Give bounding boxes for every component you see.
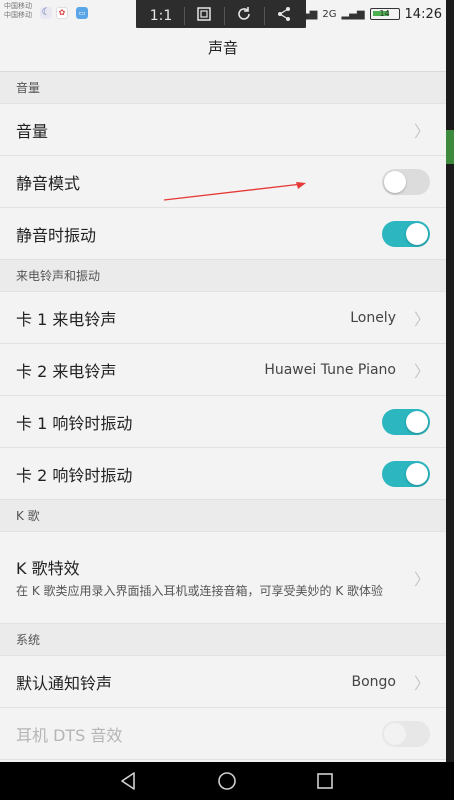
carrier-2: 中国移动	[4, 11, 32, 19]
card2-vibrate-label: 卡 2 响铃时振动	[16, 465, 133, 485]
chevron-right-icon: 〉	[413, 309, 430, 329]
app-notification-icon: ✿	[56, 7, 68, 19]
vibrate-silent-switch[interactable]	[382, 220, 430, 247]
dts-label: 耳机 DTS 音效	[16, 725, 123, 745]
switch-knob	[384, 722, 406, 745]
title-bar: 声音	[0, 28, 446, 72]
signal-2-icon: ▂▄▆	[341, 8, 365, 20]
carrier-info: 中国移动 中国移动	[4, 2, 32, 20]
section-header-karaoke: K 歌	[0, 500, 446, 532]
notify-ringtone-value: Bongo	[351, 673, 396, 690]
silent-mode-switch[interactable]	[382, 168, 430, 195]
switch-knob	[406, 462, 428, 485]
divider	[223, 7, 225, 25]
vibrate-silent-row[interactable]: 静音时振动	[0, 208, 446, 260]
card1-vibrate-label: 卡 1 响铃时振动	[16, 413, 133, 433]
moon-icon: ☾	[40, 7, 52, 19]
side-strip-accent	[446, 130, 454, 164]
fit-screen-icon[interactable]	[196, 6, 212, 26]
section-header-volume: 音量	[0, 72, 446, 104]
volume-row[interactable]: 音量 〉	[0, 104, 446, 156]
card2-ringtone-label: 卡 2 来电铃声	[16, 361, 117, 381]
card1-ringtone-value: Lonely	[350, 309, 396, 326]
karaoke-effect-label: K 歌特效	[16, 559, 80, 578]
section-header-ringtone: 来电铃声和振动	[0, 260, 446, 292]
battery-level: 14	[379, 9, 390, 18]
card2-vibrate-row[interactable]: 卡 2 响铃时振动	[0, 448, 446, 500]
silent-mode-row[interactable]: 静音模式	[0, 156, 446, 208]
silent-mode-label: 静音模式	[16, 173, 81, 193]
card2-vibrate-switch[interactable]	[382, 460, 430, 487]
message-icon: ▭	[76, 7, 88, 19]
chevron-right-icon: 〉	[413, 121, 430, 141]
divider	[183, 7, 185, 25]
notify-ringtone-label: 默认通知铃声	[16, 673, 113, 693]
settings-list: 音量 音量 〉 静音模式 静音时振动 来电铃声和振动 卡 1 来电铃声 Lone…	[0, 72, 446, 762]
switch-knob	[384, 170, 406, 193]
card1-vibrate-row[interactable]: 卡 1 响铃时振动	[0, 396, 446, 448]
side-strip	[446, 0, 454, 762]
card1-ringtone-label: 卡 1 来电铃声	[16, 309, 117, 329]
back-icon[interactable]	[118, 770, 140, 792]
dts-switch	[382, 720, 430, 747]
karaoke-effect-row[interactable]: K 歌特效 在 K 歌类应用录入界面插入耳机或连接音箱，可享受美妙的 K 歌体验…	[0, 532, 446, 624]
net-2-label: 2G	[322, 8, 337, 20]
rotate-icon[interactable]	[236, 6, 252, 26]
switch-knob	[406, 410, 428, 433]
recents-icon[interactable]	[314, 770, 336, 792]
card1-ringtone-row[interactable]: 卡 1 来电铃声 Lonely 〉	[0, 292, 446, 344]
vibrate-silent-label: 静音时振动	[16, 225, 97, 245]
volume-label: 音量	[16, 121, 49, 141]
card2-ringtone-row[interactable]: 卡 2 来电铃声 Huawei Tune Piano 〉	[0, 344, 446, 396]
ratio-button[interactable]: 1:1	[150, 8, 173, 24]
page-title: 声音	[207, 39, 238, 57]
karaoke-effect-texts: K 歌特效 在 K 歌类应用录入界面插入耳机或连接音箱，可享受美妙的 K 歌体验	[16, 555, 414, 600]
section-header-system: 系统	[0, 624, 446, 656]
share-icon[interactable]	[276, 6, 292, 26]
dts-row: 耳机 DTS 音效	[0, 708, 446, 760]
switch-knob	[406, 222, 428, 245]
divider	[263, 7, 265, 25]
carrier-1: 中国移动	[4, 2, 32, 10]
karaoke-effect-desc: 在 K 歌类应用录入界面插入耳机或连接音箱，可享受美妙的 K 歌体验	[16, 584, 383, 598]
battery-icon: 14	[369, 8, 400, 20]
card2-ringtone-value: Huawei Tune Piano	[264, 361, 396, 378]
card1-vibrate-switch[interactable]	[382, 408, 430, 435]
navigation-bar	[0, 762, 454, 800]
chevron-right-icon: 〉	[413, 569, 430, 589]
chevron-right-icon: 〉	[413, 673, 430, 693]
notify-ringtone-row[interactable]: 默认通知铃声 Bongo 〉	[0, 656, 446, 708]
clock: 14:26	[404, 6, 442, 22]
chevron-right-icon: 〉	[413, 361, 430, 381]
home-icon[interactable]	[216, 770, 238, 792]
